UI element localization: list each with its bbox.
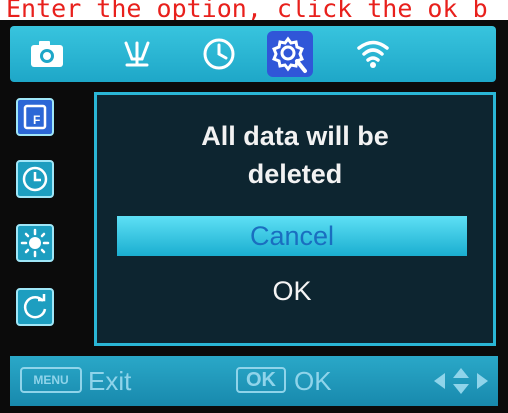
ok-action-label: OK [294,366,332,396]
side-item-time[interactable] [16,160,54,198]
bottom-hint-bar: MENU Exit OK OK [10,356,498,406]
tab-timer[interactable] [196,31,242,77]
camera-icon [31,41,63,67]
clock-icon [203,38,235,70]
reset-icon [23,294,47,319]
side-item-reset[interactable] [16,288,54,326]
ok-key[interactable]: OK [236,367,286,393]
tab-wifi[interactable] [350,31,396,77]
menu-key[interactable]: MENU [20,367,82,393]
antenna-icon [124,41,150,67]
navigation-arrows-icon [434,368,488,394]
instruction-caption: Enter the option, click the ok b [6,0,488,22]
ok-button[interactable]: OK [117,271,467,311]
tab-antenna[interactable] [114,31,160,77]
side-item-format[interactable]: F [16,98,54,136]
svg-text:F: F [33,113,40,127]
confirm-dialog: All data will be deleted Cancel OK [94,92,496,346]
top-menu-bar [10,26,496,82]
settings-gear-icon [272,36,307,73]
cancel-button[interactable]: Cancel [117,216,467,256]
sd-card-format-icon: F [23,104,47,130]
dialog-message-line1: All data will be [201,121,389,151]
wifi-icon [357,40,389,68]
tab-camera[interactable] [24,31,70,77]
dialog-message-line2: deleted [247,159,343,189]
menu-action-label: Exit [88,366,132,396]
side-item-brightness[interactable] [16,224,54,262]
time-icon [22,166,48,192]
brightness-icon [20,228,50,258]
tab-settings[interactable] [267,31,313,77]
camera-screen: F All data will be deleted Cancel OK MEN… [0,20,508,413]
